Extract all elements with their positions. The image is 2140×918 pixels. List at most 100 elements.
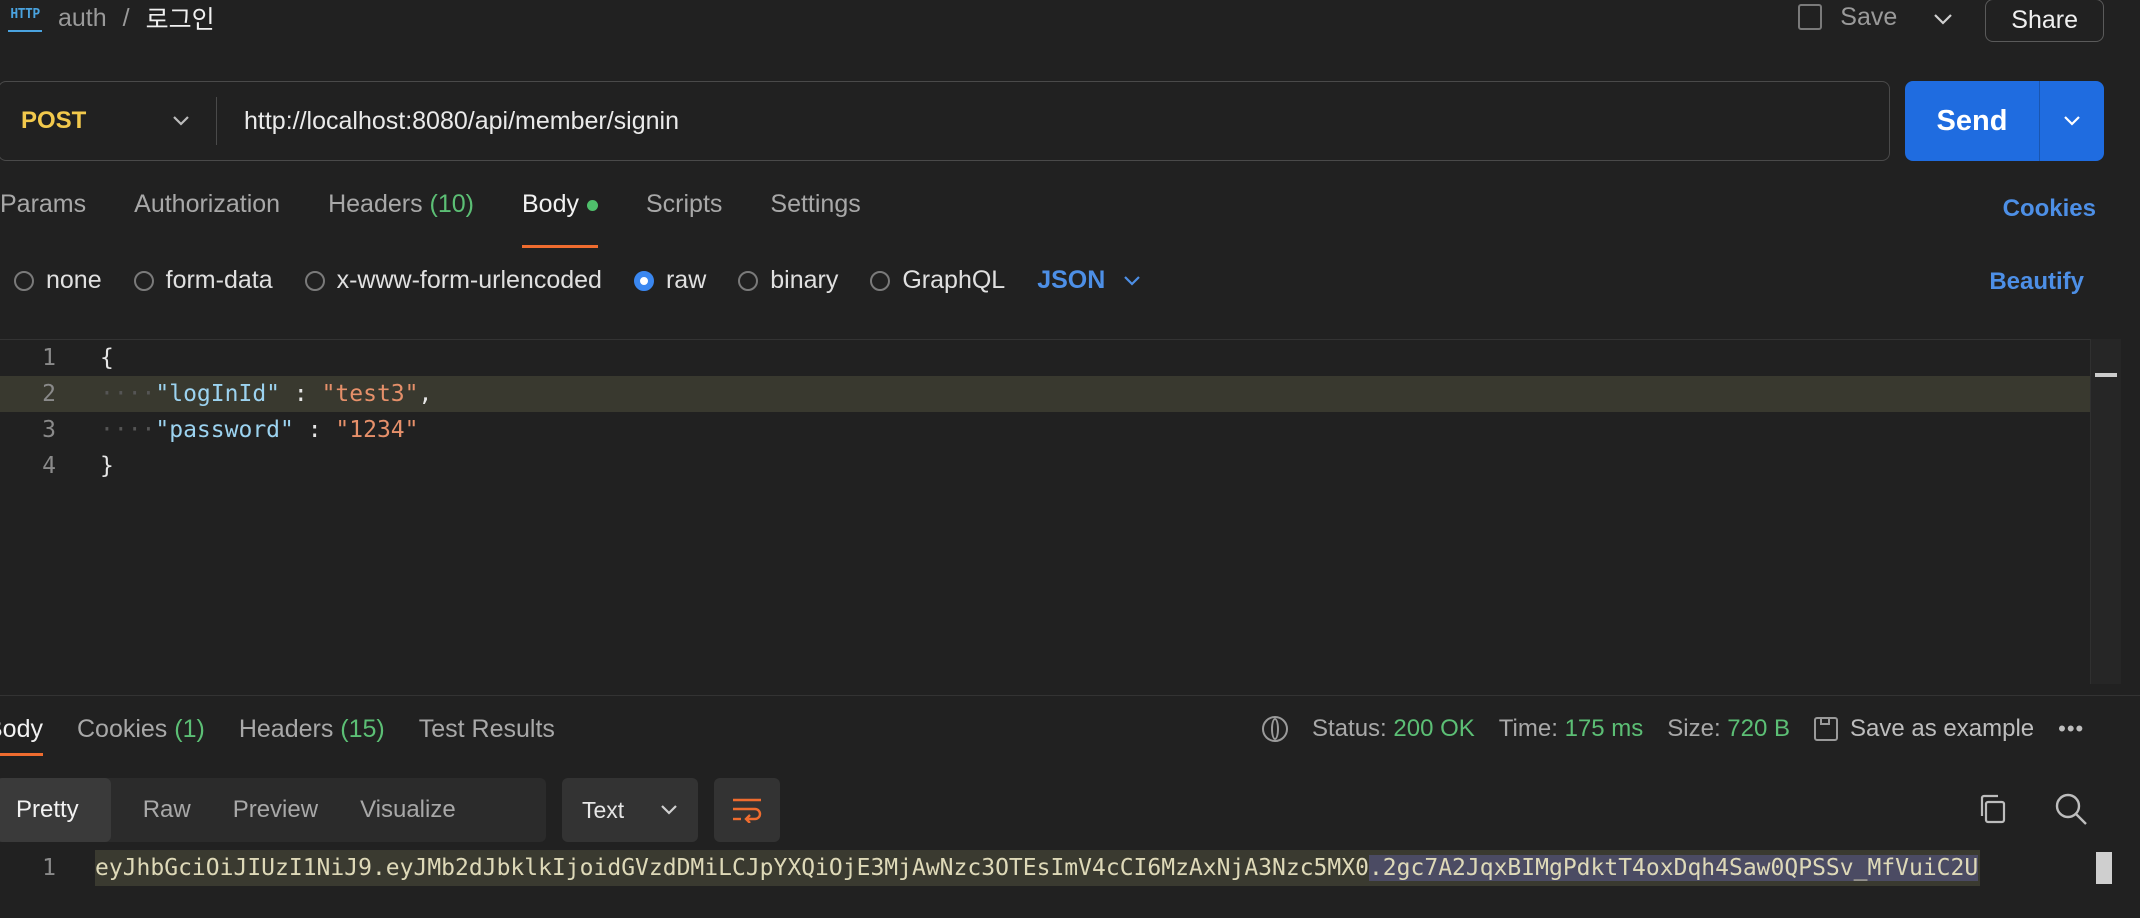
time-label: Time: <box>1498 715 1558 742</box>
body-option-urlencoded[interactable]: x-www-form-urlencoded <box>304 266 602 295</box>
save-button[interactable]: Save <box>1840 3 1897 32</box>
response-tab-headers[interactable]: Headers (15) <box>239 715 385 744</box>
tab-settings[interactable]: Settings <box>770 190 860 240</box>
line-number: 3 <box>42 417 56 443</box>
response-tabs: Body Cookies (1) Headers (15) Test Resul… <box>0 715 589 756</box>
json-separator: : <box>293 417 336 443</box>
tab-headers[interactable]: Headers (10) <box>328 190 474 240</box>
language-label: JSON <box>1037 266 1106 294</box>
editor-scrollbar[interactable] <box>2090 339 2121 684</box>
radio-graphql[interactable] <box>870 270 891 291</box>
code-text: ····"password" : "1234" <box>100 412 419 448</box>
breadcrumb-parent[interactable]: auth <box>58 4 107 33</box>
response-tab-body-label: Body <box>0 715 43 743</box>
status-label: Status: <box>1312 715 1387 742</box>
view-raw[interactable]: Raw <box>111 778 223 842</box>
more-options-icon[interactable]: ••• <box>2058 716 2084 742</box>
response-tab-cookies-label: Cookies <box>76 715 168 743</box>
json-tail: , <box>418 381 433 407</box>
body-option-graphql[interactable]: GraphQL <box>870 266 1005 295</box>
code-text: { <box>100 345 114 371</box>
response-format-select[interactable]: Text <box>562 778 698 842</box>
http-icon: HTTP <box>8 4 42 32</box>
size-info[interactable]: Size: 720 B <box>1667 715 1790 743</box>
response-tab-cookies[interactable]: Cookies (1) <box>77 715 205 744</box>
status-info[interactable]: Status: 200 OK <box>1312 715 1475 743</box>
json-value: "test3" <box>321 381 419 407</box>
beautify-button[interactable]: Beautify <box>1989 268 2084 296</box>
radio-form-data[interactable] <box>133 270 154 291</box>
request-name[interactable]: 로그인 <box>146 0 215 36</box>
response-cookies-count: (1) <box>174 715 205 743</box>
view-pretty[interactable]: Pretty <box>0 778 111 842</box>
body-option-none-label: none <box>46 266 102 294</box>
size-value: 720 B <box>1727 715 1791 742</box>
copy-icon[interactable] <box>1976 792 2010 826</box>
globe-icon[interactable] <box>1262 716 1288 742</box>
indent-guide: ···· <box>100 417 156 443</box>
indent-guide: ···· <box>100 381 156 407</box>
share-button[interactable]: Share <box>1985 0 2104 42</box>
response-scrollbar[interactable] <box>2090 850 2120 886</box>
breadcrumb-separator: / <box>122 3 130 32</box>
cookies-link[interactable]: Cookies <box>2003 195 2096 223</box>
wrap-lines-button[interactable] <box>714 778 780 842</box>
line-number: 4 <box>42 453 56 479</box>
language-select[interactable]: JSON <box>1037 266 1141 295</box>
save-options-chevron-icon[interactable] <box>1933 3 1953 32</box>
tab-body[interactable]: Body <box>522 190 598 248</box>
tab-authorization[interactable]: Authorization <box>134 190 280 240</box>
body-option-binary[interactable]: binary <box>738 266 838 295</box>
save-icon <box>1814 717 1839 741</box>
response-tab-headers-label: Headers <box>238 715 334 743</box>
response-tab-test-results[interactable]: Test Results <box>419 715 555 744</box>
send-options-button[interactable] <box>2040 81 2104 161</box>
radio-raw[interactable] <box>633 270 654 291</box>
save-as-example-label: Save as example <box>1850 715 2035 742</box>
response-format-label: Text <box>582 796 625 823</box>
scrollbar-thumb[interactable] <box>2095 373 2117 377</box>
response-body-line[interactable]: 1 eyJhbGciOiJIUzI1NiJ9.eyJMb2dJbklkIjoid… <box>0 850 2100 886</box>
response-token: eyJhbGciOiJIUzI1NiJ9.eyJMb2dJbklkIjoidGV… <box>95 850 1981 886</box>
url-input[interactable]: http://localhost:8080/api/member/signin <box>217 107 679 136</box>
token-part-2-selected: .2gc7A2JqxBIMgPdktT4oxDqh4Saw0QPSSv_MfVu… <box>1368 855 1979 881</box>
response-divider[interactable] <box>0 695 2140 696</box>
json-value: "1234" <box>335 417 419 443</box>
send-button-group: Send <box>1905 81 2104 161</box>
body-type-options: none form-data x-www-form-urlencoded raw… <box>14 266 1141 295</box>
response-meta: Status: 200 OK Time: 175 ms Size: 720 B … <box>1262 715 2084 743</box>
tab-scripts[interactable]: Scripts <box>646 190 722 240</box>
tab-headers-count: (10) <box>429 190 474 218</box>
radio-none[interactable] <box>14 270 34 291</box>
breadcrumb: HTTP auth / 로그인 <box>8 0 215 36</box>
modified-dot-icon <box>586 199 598 211</box>
save-icon[interactable] <box>1798 4 1823 30</box>
code-text: ····"logInId" : "test3", <box>100 376 432 412</box>
chevron-down-icon <box>1124 275 1141 286</box>
request-body-editor[interactable]: 1 { 2 ····"logInId" : "test3", 3 ····"pa… <box>0 339 2120 685</box>
search-icon[interactable] <box>2054 792 2088 826</box>
time-info[interactable]: Time: 175 ms <box>1499 715 1643 743</box>
send-button[interactable]: Send <box>1905 81 2040 161</box>
tab-headers-label: Headers <box>328 190 423 218</box>
method-select[interactable]: POST <box>0 97 217 145</box>
radio-binary[interactable] <box>738 270 759 291</box>
tab-params[interactable]: Params <box>0 190 86 240</box>
radio-urlencoded[interactable] <box>304 270 325 291</box>
save-as-example-button[interactable]: Save as example <box>1814 715 2034 743</box>
view-visualize[interactable]: Visualize <box>350 778 466 842</box>
response-tab-body[interactable]: Body <box>0 715 43 756</box>
body-option-form-data[interactable]: form-data <box>133 266 273 295</box>
body-option-none[interactable]: none <box>14 266 102 295</box>
token-part-1: eyJhbGciOiJIUzI1NiJ9.eyJMb2dJbklkIjoidGV… <box>95 855 1369 881</box>
view-preview[interactable]: Preview <box>223 778 350 842</box>
time-value: 175 ms <box>1564 715 1644 742</box>
line-number: 1 <box>42 855 56 881</box>
size-label: Size: <box>1667 715 1721 742</box>
response-view-modes: Pretty Raw Preview Visualize <box>0 778 546 842</box>
request-url-bar: POST http://localhost:8080/api/member/si… <box>0 81 1890 161</box>
scrollbar-thumb[interactable] <box>2096 852 2112 884</box>
code-text: } <box>100 453 114 479</box>
body-option-raw[interactable]: raw <box>633 266 706 295</box>
status-value: 200 OK <box>1393 715 1475 742</box>
